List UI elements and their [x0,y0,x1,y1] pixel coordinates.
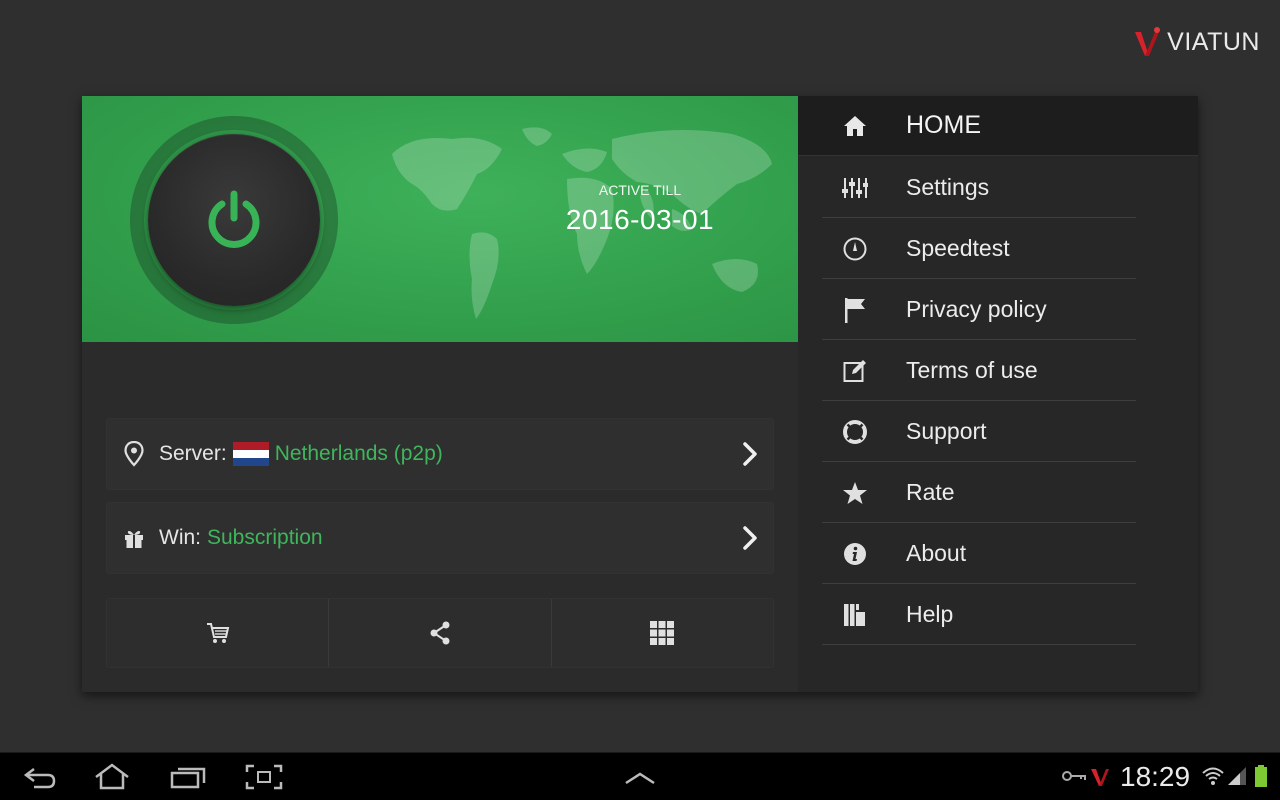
clock: 18:29 [1120,761,1191,792]
menu-label-speedtest: Speedtest [906,235,1010,261]
netherlands-flag-icon [232,442,269,466]
menu-label-about: About [906,540,967,566]
share-button[interactable] [328,599,550,667]
back-icon[interactable] [20,763,60,791]
menu-label-rate: Rate [906,479,955,505]
chevron-right-icon [743,442,757,466]
wifi-icon [1202,767,1224,785]
menu-label-settings: Settings [906,174,990,200]
viatun-logo: VIATUN [1133,26,1260,58]
apps-button[interactable] [550,599,773,667]
menu-item-settings[interactable]: Settings [822,158,1136,218]
viatun-status-icon [1091,769,1109,786]
system-navigation-bar: 18:29 [0,752,1280,800]
menu-item-speedtest[interactable]: Speedtest [822,219,1136,279]
power-icon [208,190,260,248]
screenshot-icon[interactable] [244,763,284,791]
brand-name: VIATUN [1167,27,1260,56]
gauge-icon [842,236,868,262]
menu-label-terms-of-use: Terms of use [906,357,1038,383]
share-icon [430,621,450,645]
chevron-up-icon[interactable] [620,763,660,791]
menu-item-home[interactable]: HOME [798,96,1198,156]
grid-icon [650,621,675,645]
vpn-key-icon [1062,771,1086,781]
menu-label-support: Support [906,418,987,444]
server-row[interactable]: Server: Netherlands (p2p) [106,418,774,490]
shop-button[interactable] [107,599,328,667]
menu-item-privacy-policy[interactable]: Privacy policy [822,280,1136,340]
status-hero: ACTIVE TILL 2016-03-01 [82,96,798,342]
home-icon [842,113,868,139]
sliders-icon [842,175,868,201]
side-menu: HOME Settings Speedtest Privacy policy T… [798,96,1198,692]
power-button[interactable] [148,134,320,306]
win-row[interactable]: Win: Subscription [106,502,774,574]
star-icon [842,480,868,506]
battery-icon [1255,765,1267,787]
chevron-right-icon [743,526,757,550]
info-icon [842,541,868,567]
connection-panel: ACTIVE TILL 2016-03-01 Server: Netherlan… [82,96,798,692]
cart-icon [206,623,229,643]
menu-item-terms-of-use[interactable]: Terms of use [822,341,1136,401]
home-nav-icon[interactable] [92,763,132,791]
win-value: Subscription [207,526,323,549]
menu-label-home: HOME [906,111,981,139]
menu-label-privacy-policy: Privacy policy [906,296,1047,322]
lifebuoy-icon [842,419,868,445]
book-icon [842,602,868,628]
location-pin-icon [123,441,145,467]
menu-item-rate[interactable]: Rate [822,463,1136,523]
menu-label-help: Help [906,601,954,627]
gift-icon [123,525,145,551]
menu-item-support[interactable]: Support [822,402,1136,462]
menu-item-about[interactable]: About [822,524,1136,584]
viatun-logo-icon [1135,27,1161,56]
win-label: Win: [159,526,201,549]
active-till-date: 2016-03-01 [565,204,715,235]
signal-icon [1228,767,1246,785]
server-label: Server: [159,442,227,465]
action-bar [106,598,774,668]
menu-item-help[interactable]: Help [822,585,1136,645]
edit-icon [842,358,868,384]
main-card: ACTIVE TILL 2016-03-01 Server: Netherlan… [82,96,1198,692]
flag-icon [842,297,868,323]
active-till-label: ACTIVE TILL [598,182,682,198]
server-value: Netherlands (p2p) [274,442,443,465]
recent-apps-icon[interactable] [168,763,208,791]
